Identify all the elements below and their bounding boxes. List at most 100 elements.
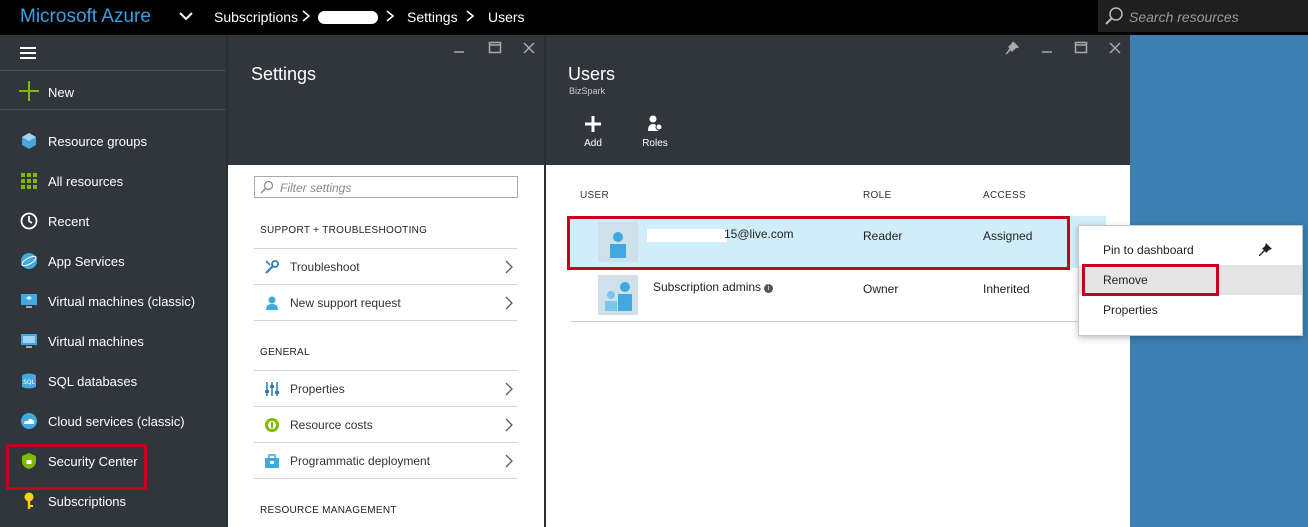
sidebar-item-label: Subscriptions [48,494,127,509]
sidebar-item-virtual-machines-classic[interactable]: Virtual machines (classic) [0,284,226,318]
minimize-icon[interactable] [452,41,466,55]
group-access: Inherited [983,282,1030,296]
add-button-label: Add [584,138,602,149]
brand-title[interactable]: Microsoft Azure [20,6,151,28]
breadcrumb-settings[interactable]: Settings [407,9,458,25]
filter-settings-placeholder: Filter settings [280,181,352,195]
sidebar-item-cloud-services-classic[interactable]: Cloud services (classic) [0,404,226,438]
sidebar-new-button[interactable]: New [0,79,226,109]
chevron-right-icon [505,296,513,310]
section-support-troubleshooting: SUPPORT + TROUBLESHOOTING [260,225,428,236]
highlight-box-user-row [567,216,1070,270]
clock-icon [20,212,38,230]
users-blade-header: Users BizSpark Add Roles [546,35,1130,165]
users-blade-subtitle: BizSpark [569,86,606,96]
chevron-right-icon [505,454,513,468]
settings-item-label: Resource costs [290,418,373,432]
close-icon[interactable] [522,41,536,55]
sidebar-item-resource-groups[interactable]: Resource groups [0,124,226,158]
roles-icon [648,115,663,131]
maximize-icon[interactable] [1074,41,1088,55]
settings-item-resource-costs[interactable]: Resource costs [254,406,518,442]
sidebar-item-label: Cloud services (classic) [48,414,185,429]
chevron-down-icon[interactable] [178,8,194,24]
roles-button[interactable]: Roles [630,113,680,149]
close-icon[interactable] [1108,41,1122,55]
sidebar-item-label: App Services [48,254,125,269]
globe-icon [21,253,37,269]
settings-item-new-support-request[interactable]: New support request [254,284,518,320]
settings-item-programmatic-deployment[interactable]: Programmatic deployment [254,442,518,478]
resource-groups-icon [22,133,36,149]
sidebar-new-label: New [48,85,75,100]
sidebar-item-label: Resource groups [48,134,147,149]
all-resources-icon [21,173,37,189]
settings-blade: Settings Filter settings SUPPORT + TROUB… [226,35,544,527]
top-bar: Microsoft Azure Subscriptions Settings U… [0,0,1308,35]
search-box[interactable]: Search resources [1098,0,1308,32]
sidebar-item-all-resources[interactable]: All resources [0,164,226,198]
sidebar-item-label: All resources [48,174,124,189]
chevron-right-icon [302,10,311,22]
settings-item-label: Properties [290,382,345,396]
table-row-group[interactable]: Subscription admins i [653,280,774,294]
sidebar-item-label: SQL databases [48,374,138,389]
pin-icon[interactable] [1005,41,1019,55]
deployment-bag-icon [265,454,279,468]
add-button[interactable]: Add [568,113,618,149]
group-name: Subscription admins [653,280,762,294]
settings-item-label: New support request [290,296,401,310]
sidebar-divider [0,70,226,71]
plus-icon [19,81,39,101]
vm-icon [21,334,37,348]
sidebar-item-recent[interactable]: Recent [0,204,226,238]
table-row-divider [570,321,1106,322]
menu-item-label: Properties [1103,303,1158,317]
maximize-icon[interactable] [488,41,502,55]
minimize-icon[interactable] [1040,41,1054,55]
settings-item-troubleshoot[interactable]: Troubleshoot [254,248,518,284]
breadcrumb-redacted-subscription[interactable] [318,11,378,24]
search-placeholder: Search resources [1129,9,1239,25]
chevron-right-icon [505,260,513,274]
breadcrumb-users[interactable]: Users [488,9,525,25]
settings-item-properties[interactable]: Properties [254,370,518,406]
chevron-right-icon [386,10,395,22]
filter-settings-input[interactable]: Filter settings [254,176,518,198]
users-blade-title: Users [568,64,616,84]
support-person-icon [266,296,278,310]
menu-item-properties[interactable]: Properties [1079,295,1302,325]
pin-icon [1259,243,1272,256]
svg-text:SQL: SQL [23,379,36,386]
group-users-icon [598,275,638,315]
sidebar-item-label: Recent [48,214,90,229]
wrench-icon [265,260,279,274]
settings-divider [254,478,518,479]
settings-item-label: Programmatic deployment [290,454,431,468]
sidebar-item-sql-databases[interactable]: SQL SQL databases [0,364,226,398]
sql-icon: SQL [22,373,36,389]
settings-blade-title: Settings [251,64,317,84]
cloud-icon [21,413,37,429]
settings-blade-header: Settings [228,35,544,165]
vm-classic-icon [21,294,37,308]
highlight-box-subscriptions [6,444,147,490]
menu-item-label: Pin to dashboard [1103,243,1194,257]
coin-icon [265,418,279,432]
group-avatar [598,275,638,315]
info-icon[interactable]: i [764,284,774,293]
menu-item-pin-to-dashboard[interactable]: Pin to dashboard [1079,235,1302,265]
section-general: GENERAL [260,347,310,358]
sidebar-item-virtual-machines[interactable]: Virtual machines [0,324,226,358]
highlight-box-remove [1082,264,1219,296]
column-header-role[interactable]: ROLE [863,190,891,201]
key-icon [24,492,34,509]
properties-sliders-icon [265,382,279,396]
breadcrumb-subscriptions[interactable]: Subscriptions [214,9,298,25]
chevron-right-icon [466,10,475,22]
hamburger-menu-icon[interactable] [20,47,36,59]
plus-icon [585,116,601,132]
column-header-user[interactable]: USER [580,190,609,201]
sidebar-item-app-services[interactable]: App Services [0,244,226,278]
column-header-access[interactable]: ACCESS [983,190,1026,201]
